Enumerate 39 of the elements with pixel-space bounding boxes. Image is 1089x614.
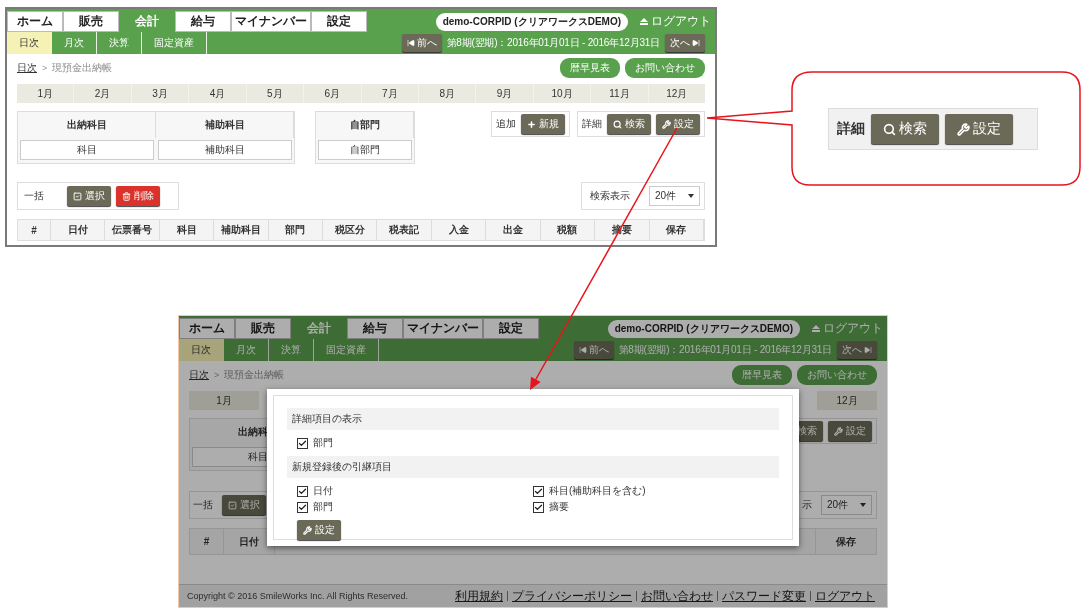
option-label: 摘要	[549, 500, 569, 514]
column-header: 日付	[51, 220, 106, 240]
display-label: 示	[801, 498, 812, 512]
column-header: 部門	[268, 220, 324, 240]
column-header: 自部門	[316, 112, 414, 138]
column-header: 保存	[649, 220, 704, 240]
add-label: 追加	[496, 117, 516, 131]
column-header: 税区分	[323, 220, 378, 240]
column-header: #	[190, 529, 224, 554]
column-header: 伝票番号	[105, 220, 160, 240]
column-header: 税額	[540, 220, 596, 240]
breadcrumb-separator: >	[214, 370, 220, 380]
detail-label: 詳細	[837, 120, 865, 138]
column-header: 補助科目	[156, 112, 294, 138]
period-text: 第8期(翌期)：2016年01月01日 - 2016年12月31日	[446, 36, 660, 50]
breadcrumb-current: 現預金出納帳	[52, 61, 113, 75]
bulk-label: 一括	[193, 498, 213, 512]
option-label: 部門	[313, 500, 333, 514]
column-header: 出納科目	[18, 112, 156, 138]
breadcrumb-separator: >	[42, 63, 48, 73]
account-name: demo-CORPID (クリアワークスDEMO)	[607, 319, 800, 338]
column-header: 保存	[835, 534, 857, 549]
column-header: 補助科目	[214, 220, 269, 240]
option-label: 日付	[313, 484, 333, 498]
column-header: 入金	[431, 220, 487, 240]
bulk-label: 一括	[24, 189, 44, 203]
account-name: demo-CORPID (クリアワークスDEMO)	[435, 12, 628, 31]
copyright-text: Copyright © 2016 SmileWorks Inc. All Rights Reserved.	[187, 591, 409, 601]
breadcrumb-current: 現預金出納帳	[224, 368, 285, 382]
column-header: 税表記	[377, 220, 432, 240]
option-label: 科目(補助科目を含む)	[549, 484, 646, 498]
detail-label: 詳細	[582, 117, 602, 131]
column-header: 科目	[159, 220, 215, 240]
section-header: 詳細項目の表示	[287, 408, 779, 430]
column-header: #	[18, 220, 52, 240]
period-text: 第8期(翌期)：2016年01月01日 - 2016年12月31日	[618, 343, 832, 357]
column-header: 出金	[486, 220, 541, 240]
display-label: 検索表示	[589, 189, 630, 203]
section-header: 新規登録後の引継項目	[287, 456, 779, 478]
